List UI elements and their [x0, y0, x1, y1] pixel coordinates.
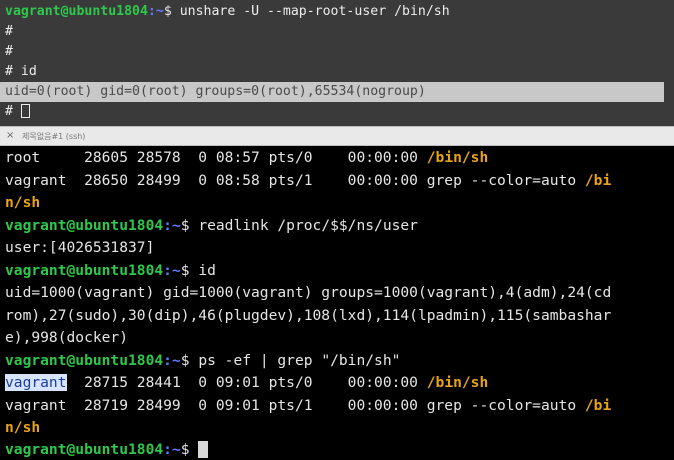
prompt-path: :~	[163, 441, 181, 458]
prompt-symbol: $	[180, 262, 199, 279]
top-terminal-pane[interactable]: vagrant@ubuntu1804:~$ unshare -U --map-r…	[0, 0, 674, 126]
command-text: id	[198, 262, 216, 279]
prompt-symbol: $	[180, 217, 199, 234]
terminal-line: #	[5, 24, 13, 39]
prompt-user-host: vagrant@ubuntu1804	[5, 217, 164, 234]
prompt-symbol: $	[163, 4, 180, 19]
grep-match: n/sh	[5, 194, 41, 211]
prompt-symbol: $	[180, 352, 199, 369]
terminal-line: n/sh	[5, 417, 40, 439]
root-prompt: #	[5, 64, 21, 79]
ps-row-text: 28715 28441 0 09:01 pts/0 00:00:00	[66, 374, 427, 391]
terminal-line: user:[4026531837]	[5, 239, 155, 256]
session-tab-bar: × 제목없음#1 (ssh)	[0, 126, 674, 146]
grep-match: /bi	[584, 397, 612, 414]
command-text: unshare -U --map-root-user /bin/sh	[179, 4, 450, 19]
prompt-path: :~	[147, 4, 164, 19]
prompt-path: :~	[163, 352, 181, 369]
terminal-line: e),998(docker)	[5, 329, 129, 346]
bottom-terminal-pane[interactable]: root 28605 28578 0 08:57 pts/0 00:00:00 …	[0, 146, 674, 460]
ps-row-text: vagrant 28650 28499 0 08:58 pts/1 00:00:…	[5, 172, 585, 189]
grep-match: /bi	[584, 172, 612, 189]
grep-match: n/sh	[5, 419, 41, 436]
grep-match: /bin/sh	[426, 374, 489, 391]
tab-title[interactable]: 제목없음#1 (ssh)	[22, 132, 85, 142]
terminal-line: vagrant 28715 28441 0 09:01 pts/0 00:00:…	[5, 372, 488, 394]
prompt-path: :~	[163, 262, 181, 279]
terminal-line: vagrant@ubuntu1804:~$	[5, 439, 209, 460]
terminal-line: uid=1000(vagrant) gid=1000(vagrant) grou…	[5, 284, 612, 301]
prompt-symbol: $	[180, 441, 199, 458]
command-text: id	[20, 64, 37, 79]
terminal-line: vagrant@ubuntu1804:~$ ps -ef | grep "/bi…	[5, 350, 400, 372]
grep-match: /bin/sh	[426, 149, 489, 166]
ps-row-text: root 28605 28578 0 08:57 pts/0 00:00:00	[5, 149, 427, 166]
close-icon[interactable]: ×	[6, 130, 14, 142]
prompt-user-host: vagrant@ubuntu1804	[5, 441, 164, 458]
terminal-line: rom),27(sudo),30(dip),46(plugdev),108(lx…	[5, 307, 612, 324]
terminal-line: vagrant@ubuntu1804:~$ id	[5, 260, 216, 282]
terminal-cursor	[198, 441, 209, 458]
command-text: ps -ef | grep "/bin/sh"	[198, 352, 401, 369]
prompt-user-host: vagrant@ubuntu1804	[5, 262, 164, 279]
prompt-path: :~	[163, 217, 181, 234]
terminal-line: n/sh	[5, 192, 40, 214]
terminal-line: vagrant 28719 28499 0 09:01 pts/1 00:00:…	[5, 395, 611, 417]
selected-output-line: uid=0(root) gid=0(root) groups=0(root),6…	[5, 84, 426, 99]
terminal-line: vagrant 28650 28499 0 08:58 pts/1 00:00:…	[5, 170, 611, 192]
terminal-line: root 28605 28578 0 08:57 pts/0 00:00:00 …	[5, 147, 488, 169]
selected-word: vagrant	[5, 374, 67, 391]
prompt-user-host: vagrant@ubuntu1804	[5, 352, 164, 369]
prompt-user-host: vagrant@ubuntu1804	[5, 4, 148, 19]
ps-row-text: vagrant 28719 28499 0 09:01 pts/1 00:00:…	[5, 397, 585, 414]
root-prompt: #	[5, 104, 21, 119]
terminal-line: vagrant@ubuntu1804:~$ unshare -U --map-r…	[5, 2, 450, 22]
terminal-line: #	[5, 44, 13, 59]
command-text: readlink /proc/$$/ns/user	[198, 217, 418, 234]
terminal-line: # id	[5, 62, 37, 82]
terminal-cursor	[20, 104, 30, 118]
terminal-line: vagrant@ubuntu1804:~$ readlink /proc/$$/…	[5, 215, 418, 237]
terminal-line: #	[5, 102, 30, 122]
